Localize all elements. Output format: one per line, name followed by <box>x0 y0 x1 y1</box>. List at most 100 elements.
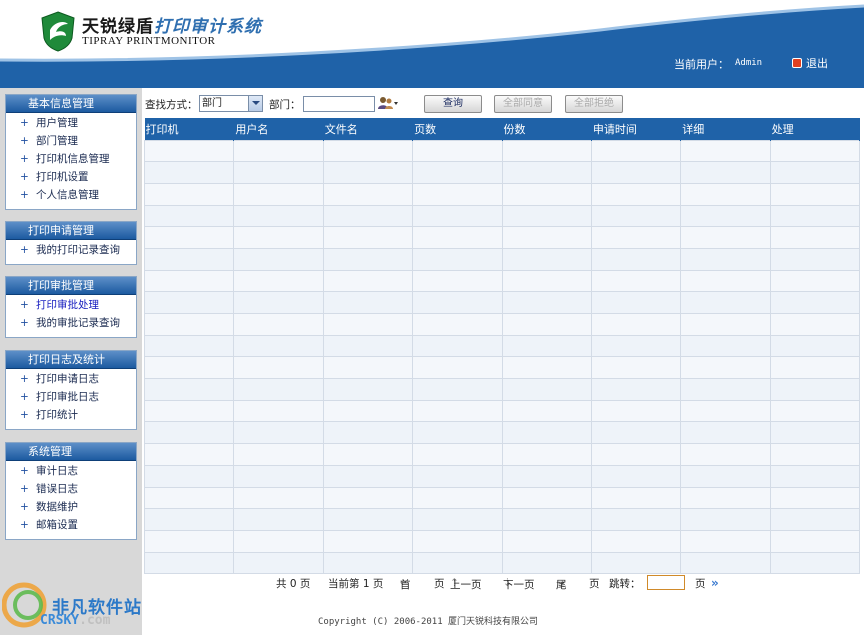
sidebar-item-audit-log[interactable]: + 审计日志 <box>6 462 136 480</box>
menu-group-title[interactable]: 打印审批管理 <box>6 277 136 295</box>
chevron-down-icon <box>248 96 262 111</box>
department-picker-icon[interactable] <box>378 96 398 110</box>
table-cell <box>233 313 324 336</box>
logout-button[interactable]: 退出 <box>792 55 828 71</box>
sidebar-item-approval-processing[interactable]: + 打印审批处理 <box>6 296 136 314</box>
column-header-action[interactable]: 处理 <box>770 118 861 140</box>
table-cell <box>143 161 235 184</box>
table-cell <box>590 356 682 380</box>
table-cell <box>322 291 414 314</box>
table-cell <box>322 443 414 466</box>
column-header-pages[interactable]: 页数 <box>412 118 503 140</box>
department-input[interactable] <box>303 96 375 112</box>
table-cell <box>322 529 414 553</box>
column-header-printer[interactable]: 打印机 <box>144 118 235 140</box>
sidebar-item-my-approval-records[interactable]: + 我的审批记录查询 <box>6 314 136 332</box>
table-cell <box>143 291 235 314</box>
table-cell <box>680 378 771 401</box>
column-header-filename[interactable]: 文件名 <box>323 118 414 140</box>
table-cell <box>322 313 414 336</box>
table-cell <box>233 508 324 531</box>
table-cell <box>412 291 503 314</box>
table-row <box>143 226 861 249</box>
table-cell <box>590 247 682 271</box>
table-cell <box>233 378 324 401</box>
table-cell <box>501 161 592 184</box>
table-cell <box>680 508 771 531</box>
search-method-label: 查找方式： <box>145 99 198 111</box>
column-header-username[interactable]: 用户名 <box>233 118 324 140</box>
table-cell <box>769 161 861 184</box>
table-cell <box>322 486 414 510</box>
table-cell <box>143 464 235 488</box>
table-cell <box>590 486 682 510</box>
query-button[interactable]: 查询 <box>424 95 482 113</box>
table-cell <box>769 486 861 510</box>
logout-label: 退出 <box>806 57 828 70</box>
menu-group-title[interactable]: 打印申请管理 <box>6 222 136 240</box>
sidebar-item-data-maintenance[interactable]: + 数据维护 <box>6 498 136 516</box>
sidebar-item-department-management[interactable]: + 部门管理 <box>6 132 136 150</box>
table-cell <box>322 226 414 249</box>
table-cell <box>501 226 592 249</box>
table-cell <box>143 378 235 401</box>
sidebar-item-printer-info[interactable]: + 打印机信息管理 <box>6 150 136 168</box>
table-cell <box>322 421 414 445</box>
department-label: 部门： <box>269 99 301 111</box>
table-cell <box>769 421 861 445</box>
table-cell <box>412 139 503 163</box>
table-cell <box>233 139 324 163</box>
table-cell <box>412 486 503 510</box>
table-cell <box>322 399 414 423</box>
menu-group-title[interactable]: 打印日志及统计 <box>6 351 136 369</box>
table-cell <box>590 161 682 184</box>
jump-go-icon[interactable]: » <box>711 576 719 590</box>
table-cell <box>501 399 592 423</box>
column-header-request-time[interactable]: 申请时间 <box>591 118 682 140</box>
table-cell <box>680 139 771 163</box>
search-method-select[interactable]: 部门 <box>199 95 263 112</box>
menu-group-basic-info: 基本信息管理 + 用户管理 + 部门管理 + 打印机信息管理 + 打印机设置 + 个人信息… <box>5 94 137 210</box>
table-cell <box>322 247 414 271</box>
sidebar-item-print-statistics[interactable]: + 打印统计 <box>6 406 136 424</box>
table-cell <box>590 291 682 314</box>
sidebar-item-approval-log[interactable]: + 打印审批日志 <box>6 388 136 406</box>
sidebar-item-my-print-records[interactable]: + 我的打印记录查询 <box>6 241 136 259</box>
table-cell <box>233 486 324 510</box>
table-cell <box>680 226 771 249</box>
jump-page-input[interactable] <box>647 575 685 590</box>
app-header: 天锐绿盾打印审计系统 TIPRAY PRINTMONITOR 当前用户： Adm… <box>0 0 864 88</box>
menu-group-title[interactable]: 基本信息管理 <box>6 95 136 113</box>
table-cell <box>680 334 771 358</box>
menu-group-title[interactable]: 系统管理 <box>6 443 136 461</box>
table-cell <box>501 486 592 510</box>
table-cell <box>590 204 682 228</box>
sidebar-item-mail-settings[interactable]: + 邮箱设置 <box>6 516 136 534</box>
table-cell <box>322 269 414 293</box>
sidebar-item-printer-settings[interactable]: + 打印机设置 <box>6 168 136 186</box>
table-cell <box>501 551 592 575</box>
approve-all-button[interactable]: 全部同意 <box>494 95 552 113</box>
current-page-text: 当前第 1 页 <box>328 578 384 590</box>
table-cell <box>233 204 324 228</box>
table-cell <box>501 313 592 336</box>
column-header-copies[interactable]: 份数 <box>502 118 592 140</box>
table-cell <box>233 161 324 184</box>
table-row <box>143 443 861 466</box>
reject-all-button[interactable]: 全部拒绝 <box>565 95 623 113</box>
table-cell <box>501 269 592 293</box>
sidebar-item-personal-info[interactable]: + 个人信息管理 <box>6 186 136 204</box>
sidebar-item-user-management[interactable]: + 用户管理 <box>6 114 136 132</box>
table-cell <box>322 356 414 380</box>
table-cell <box>590 313 682 336</box>
table-row <box>143 269 861 293</box>
page-unit-text: 页 <box>695 578 706 590</box>
column-header-details[interactable]: 详细 <box>680 118 771 140</box>
table-cell <box>143 551 235 575</box>
table-cell <box>680 313 771 336</box>
sidebar-item-error-log[interactable]: + 错误日志 <box>6 480 136 498</box>
table-row <box>143 356 861 380</box>
page-unit-text: 页 <box>589 578 600 590</box>
search-toolbar: 查找方式： 部门 部门： 查询 全部同意 全部拒绝 <box>145 95 860 113</box>
sidebar-item-request-log[interactable]: + 打印申请日志 <box>6 370 136 388</box>
